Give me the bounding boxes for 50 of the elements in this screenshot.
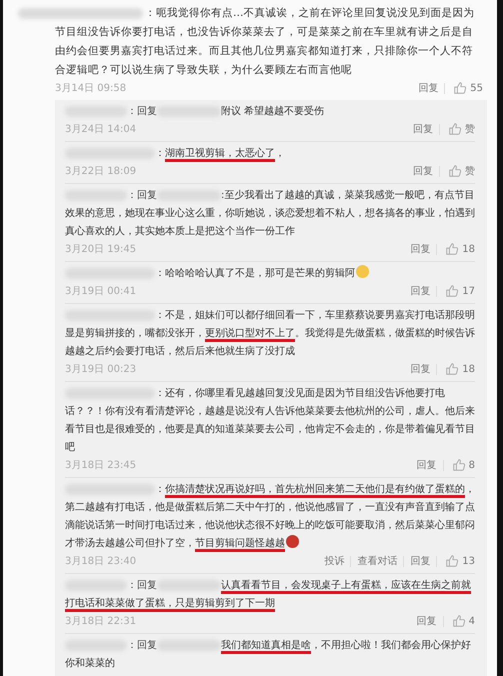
comment-text: ：你搞清楚状况再说好吗，首先杭州回来第二天他们是有约做了蛋糕的，第二越越有打电话，他是做蛋糕后第二天中午打的，他说他感冒了，一直没有声音直到输了点滴能说话第一时间打电话过来，他说他状态很不好晚上的吃饭可能要取消，然后菜菜心里郁闷才带汤去越越公司但扑了空，节目剪辑问题怪越越 [65, 481, 475, 553]
like-count: 赞 [465, 165, 475, 178]
comment-text: ：呃我觉得你有点…不真诚诶，之前在评论里回复说没见到面是因为节目组没告诉你要打电话，也没告诉你菜菜去了，可是菜菜之前在车里就有讲之后是自由约会但要男嘉宾打电话过来。而且其他几位男嘉宾都知道打来，只排除你一个人不符合逻辑吧？可以说生病了导致失联，为什么要顾左右而言他呢 [18, 4, 483, 80]
action-link[interactable]: 回复 [412, 82, 446, 94]
comment-date: 3月18日 22:31 [65, 615, 136, 628]
thumbs-up-icon[interactable] [445, 284, 460, 298]
like-count: 赞 [465, 123, 475, 136]
action-link[interactable]: 回复 [404, 244, 438, 254]
action-link[interactable]: 回复 [404, 286, 438, 296]
comment-date: 3月18日 23:45 [65, 459, 136, 472]
action-link[interactable]: 回复 [404, 556, 438, 566]
thumbs-up-icon[interactable] [453, 81, 468, 95]
thumbs-up-icon[interactable] [445, 362, 460, 376]
comment-date: 3月22日 18:09 [65, 165, 136, 178]
action-link[interactable]: 投诉 [318, 556, 352, 566]
thumbs-up-icon[interactable] [452, 614, 466, 628]
like-count: 4 [468, 616, 475, 626]
action-link[interactable]: 回复 [407, 124, 440, 134]
thumbs-up-icon[interactable] [445, 554, 460, 568]
comment-text: ：回复 我们都知道真相是啥，不用担心啦！我们都会用心保护好你和菜菜的 [65, 638, 472, 671]
action-link[interactable]: 回复 [410, 616, 444, 626]
comment-text: ：不是，姐妹们可以都仔细回看一下，车里蔡蔡说要男嘉宾打电话那段明显是剪辑拼接的，嘴都没张开，更别说口型对不上了。我觉得是先做蛋糕，做蛋糕的时候告诉越越之后约会要打电话，然后后来他就生病了没打成 [65, 308, 475, 359]
action-link[interactable]: 回复 [410, 460, 444, 470]
action-link[interactable]: 查看对话 [351, 556, 404, 566]
comment-date: 3月20日 19:45 [65, 243, 136, 256]
action-link[interactable]: 回复 [404, 364, 438, 374]
like-count: 8 [468, 460, 475, 470]
comment-date: 3月18日 23:40 [65, 555, 136, 568]
comment-date: 3月19日 00:41 [65, 285, 136, 298]
comment-date: 3月24日 14:04 [65, 123, 136, 136]
thumbs-up-icon[interactable] [452, 458, 466, 472]
comment-text: ：湖南卫视剪辑，太恶心了， [65, 145, 475, 163]
like-count: 17 [462, 286, 475, 296]
like-count: 18 [462, 364, 475, 374]
comment-text: ：回复 附议 希望越越不要受伤 [65, 103, 475, 121]
like-count: 13 [462, 556, 475, 566]
comment-text: ：哈哈哈哈认真了不是，那可是芒果的剪辑阿 [65, 265, 475, 283]
comment-text: ：回复 认真看看节目，会发现桌子上有蛋糕，应该在生病之前就打电话和菜菜做了蛋糕，只是剪辑剪到了下一期 [65, 577, 475, 613]
blurred-username [157, 580, 221, 591]
like-count: 55 [470, 82, 483, 94]
like-count: 18 [462, 244, 475, 254]
blurred-username [157, 640, 221, 651]
comment-date: 3月14日 09:58 [55, 82, 126, 95]
thumbs-up-icon[interactable] [448, 164, 462, 178]
comment-text: ：还有，你哪里看见越越回复没见面是因为节目组没告诉他要打电话？？！你有没有看清楚评论，越越是说没有人告诉他菜菜要去他杭州的公司，虐人。他后来看节目也是很难受的，他要是真的知道菜菜要去公司，他肯定不会走的，你是带着偏见看节目吧 [65, 386, 475, 455]
thumbs-up-icon[interactable] [448, 122, 462, 136]
action-link[interactable]: 回复 [407, 166, 440, 176]
comment-date: 3月19日 00:23 [65, 363, 136, 376]
comment-text: ：回复 :至少我看出了越越的真诚，菜菜我感觉一般吧，有点节目效果的意思，她现在事业心这么重，你听她说，谈恋爱想着不粘人，想各搞各的事业，怕遇到真心喜欢的人，其实她本质上是把这个当作一份工作 [65, 188, 475, 239]
thumbs-up-icon[interactable] [445, 242, 460, 256]
